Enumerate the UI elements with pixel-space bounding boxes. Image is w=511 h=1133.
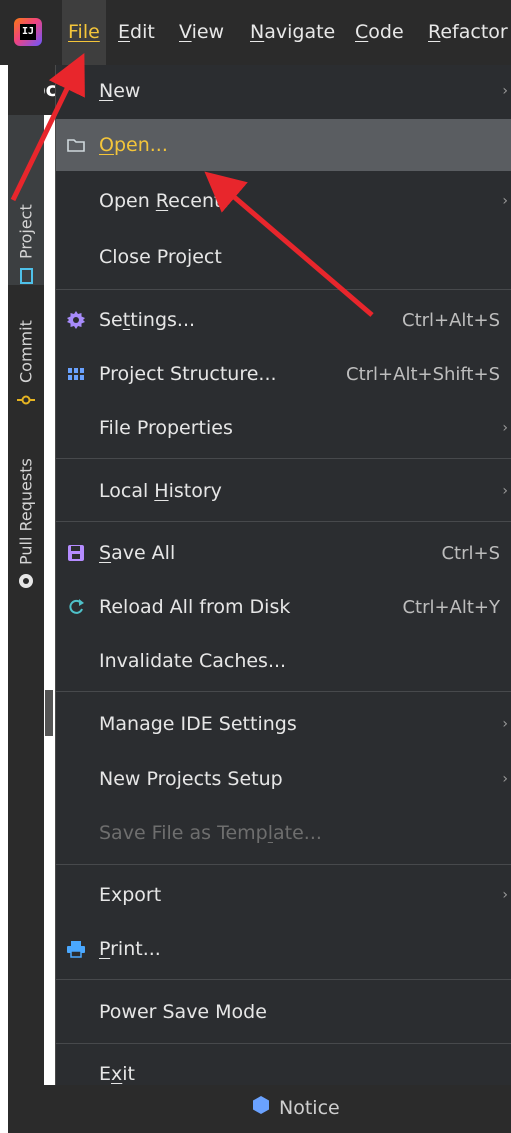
- tab-project[interactable]: Project: [8, 115, 44, 285]
- app-logo-text: IJ: [20, 24, 36, 40]
- menu-item-manage-ide-settings-label: Manage IDE Settings: [99, 713, 297, 735]
- menu-item-export[interactable]: Export ›: [56, 869, 511, 921]
- file-dropdown-menu: New › Open... Open Recent › Close Projec…: [55, 65, 511, 1085]
- menu-refactor[interactable]: Refactor: [422, 0, 511, 65]
- menu-separator: [56, 521, 511, 522]
- menu-bar: IJ File Edit View Navigate Code Refactor: [0, 0, 511, 65]
- menu-separator: [56, 864, 511, 865]
- menu-item-reload-all-label: Reload All from Disk: [99, 596, 291, 618]
- menu-item-print-label: Print...: [99, 938, 161, 960]
- menu-item-manage-ide-settings[interactable]: Manage IDE Settings ›: [56, 698, 511, 750]
- menu-separator: [56, 691, 511, 692]
- menu-item-save-all-shortcut: Ctrl+S: [441, 542, 500, 564]
- menu-item-print[interactable]: Print...: [56, 923, 511, 975]
- menu-separator: [56, 458, 511, 459]
- menu-view[interactable]: View: [173, 0, 230, 65]
- menu-item-project-structure-label: Project Structure...: [99, 363, 277, 385]
- tab-project-label: Project: [16, 204, 36, 259]
- menu-item-save-as-template-label: Save File as Template...: [99, 822, 322, 844]
- menu-item-open-recent-label: Open Recent: [99, 190, 222, 212]
- reload-icon: [64, 595, 88, 619]
- github-icon: [17, 573, 36, 589]
- menu-item-invalidate-caches[interactable]: Invalidate Caches...: [56, 635, 511, 687]
- scrollbar-thumb[interactable]: [45, 690, 53, 736]
- menu-item-new[interactable]: New ›: [56, 65, 511, 117]
- notice-bar[interactable]: Notice: [8, 1085, 511, 1133]
- submenu-arrow-icon: ›: [502, 83, 508, 99]
- submenu-arrow-icon: ›: [502, 193, 508, 209]
- menu-item-save-all[interactable]: Save All Ctrl+S: [56, 527, 511, 579]
- menu-item-settings-label: Settings...: [99, 309, 196, 331]
- tab-commit-label: Commit: [16, 320, 36, 383]
- gear-icon: [64, 308, 88, 332]
- menu-edit[interactable]: Edit: [112, 0, 161, 65]
- menu-item-open[interactable]: Open...: [56, 119, 511, 171]
- menu-separator: [56, 979, 511, 980]
- menu-item-local-history[interactable]: Local History ›: [56, 465, 511, 517]
- save-icon: [64, 541, 88, 565]
- printer-icon: [64, 937, 88, 961]
- menu-item-save-all-label: Save All: [99, 542, 176, 564]
- app-logo-icon: IJ: [14, 18, 42, 46]
- menu-item-file-properties[interactable]: File Properties ›: [56, 402, 511, 454]
- commit-icon: [17, 391, 36, 409]
- menu-file[interactable]: File: [62, 0, 106, 65]
- menu-item-close-project-label: Close Project: [99, 246, 222, 268]
- project-folder-icon: [17, 267, 36, 285]
- menu-item-invalidate-caches-label: Invalidate Caches...: [99, 650, 287, 672]
- menu-item-open-recent[interactable]: Open Recent ›: [56, 175, 511, 227]
- tab-pull-requests-label: Pull Requests: [16, 458, 36, 565]
- submenu-arrow-icon: ›: [502, 483, 508, 499]
- menu-item-settings-shortcut: Ctrl+Alt+S: [402, 309, 500, 331]
- menu-item-project-structure[interactable]: Project Structure... Ctrl+Alt+Shift+S: [56, 348, 511, 400]
- menu-item-project-structure-shortcut: Ctrl+Alt+Shift+S: [346, 363, 500, 385]
- menu-item-close-project[interactable]: Close Project: [56, 231, 511, 283]
- menu-item-reload-all[interactable]: Reload All from Disk Ctrl+Alt+Y: [56, 581, 511, 633]
- menu-code[interactable]: Code: [349, 0, 410, 65]
- notice-label: Notice: [279, 1096, 340, 1119]
- menu-item-exit-label: Exit: [99, 1063, 135, 1085]
- menu-item-new-projects-setup[interactable]: New Projects Setup ›: [56, 753, 511, 805]
- menu-item-power-save-mode-label: Power Save Mode: [99, 1001, 267, 1023]
- menu-item-file-properties-label: File Properties: [99, 417, 233, 439]
- menu-separator: [56, 289, 511, 290]
- submenu-arrow-icon: ›: [502, 716, 508, 732]
- menu-item-power-save-mode[interactable]: Power Save Mode: [56, 986, 511, 1038]
- menu-item-reload-all-shortcut: Ctrl+Alt+Y: [402, 596, 500, 618]
- menu-item-save-as-template: Save File as Template...: [56, 807, 511, 859]
- folder-icon: [64, 133, 88, 157]
- tab-commit[interactable]: Commit: [8, 297, 44, 409]
- menu-item-new-projects-setup-label: New Projects Setup: [99, 768, 283, 790]
- submenu-arrow-icon: ›: [502, 420, 508, 436]
- menu-item-settings[interactable]: Settings... Ctrl+Alt+S: [56, 294, 511, 346]
- notice-icon: [251, 1095, 271, 1120]
- tab-pull-requests[interactable]: Pull Requests: [8, 423, 44, 589]
- menu-item-new-label: New: [99, 80, 141, 102]
- menu-item-local-history-label: Local History: [99, 480, 222, 502]
- menu-navigate[interactable]: Navigate: [244, 0, 341, 65]
- submenu-arrow-icon: ›: [502, 887, 508, 903]
- submenu-arrow-icon: ›: [502, 771, 508, 787]
- grid-icon: [64, 362, 88, 386]
- menu-separator: [56, 1043, 511, 1044]
- tool-window-stripe: Project Commit Pull Requests: [8, 65, 53, 1133]
- menu-item-open-label: Open...: [99, 134, 168, 156]
- menu-item-export-label: Export: [99, 884, 162, 906]
